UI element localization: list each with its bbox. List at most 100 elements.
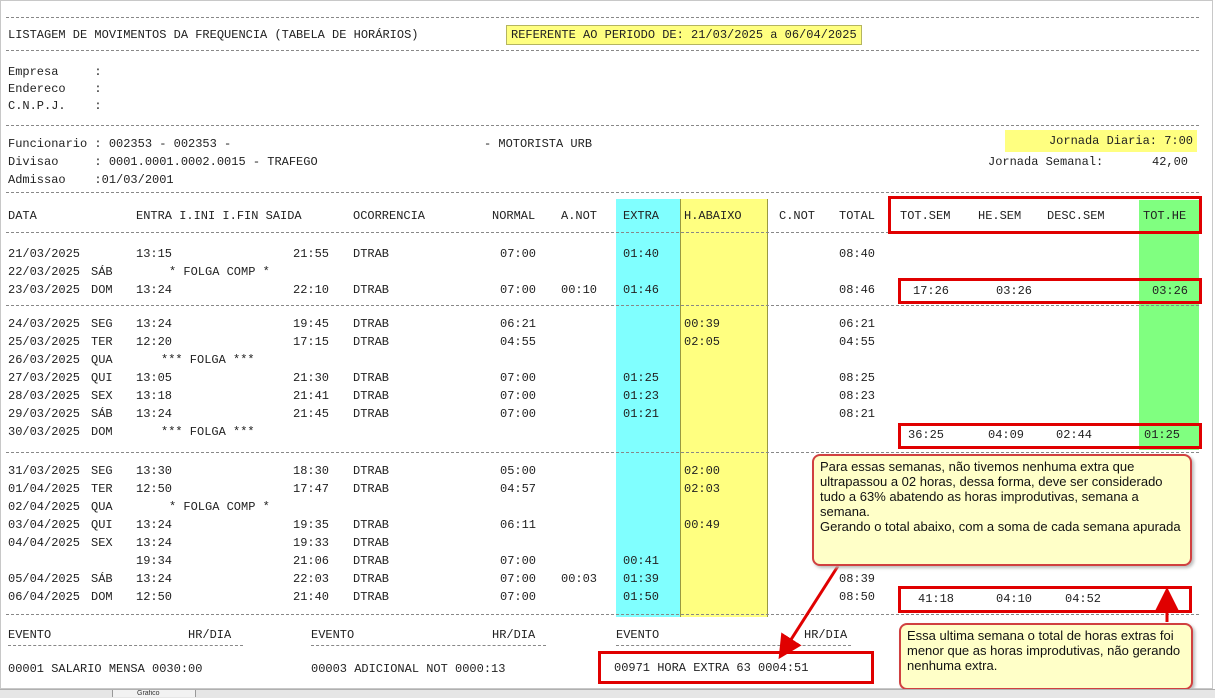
row-extra: 01:23 (623, 389, 660, 403)
row-date: 26/03/2025 (8, 353, 81, 367)
row-ocorrencia: DTRAB (353, 464, 390, 478)
row-ocorrencia: DTRAB (353, 518, 390, 532)
event-salario: 00001 SALARIO MENSA 0030:00 (8, 662, 203, 676)
row-normal: 07:00 (500, 283, 537, 297)
row-saida: 21:55 (293, 247, 330, 261)
tothe-column-highlight (1139, 200, 1199, 450)
row-anot: 00:03 (561, 572, 598, 586)
admissao-line: Admissao :01/03/2001 (8, 173, 174, 187)
row-date: 03/04/2025 (8, 518, 81, 532)
row-total: 08:21 (839, 407, 876, 421)
row-entra: 13:24 (136, 518, 173, 532)
row-ocorrencia: DTRAB (353, 572, 390, 586)
row-ocorrencia: DTRAB (353, 482, 390, 496)
row-date: 28/03/2025 (8, 389, 81, 403)
callout-weeks-63: Para essas semanas, não tivemos nenhuma … (812, 454, 1192, 566)
row-total: 08:50 (839, 590, 876, 604)
row-date: 21/03/2025 (8, 247, 81, 261)
weekly-totals-header-box (888, 196, 1202, 234)
row-extra: 01:21 (623, 407, 660, 421)
col-anot: A.NOT (561, 209, 598, 223)
row-date: 24/03/2025 (8, 317, 81, 331)
row-day: DOM (91, 283, 113, 297)
evento-header-3: EVENTO (616, 628, 660, 642)
row-date: 22/03/2025 (8, 265, 81, 279)
row-day: QUA (91, 353, 113, 367)
col-extra: EXTRA (623, 209, 660, 223)
row-ocorrencia: DTRAB (353, 247, 390, 261)
row-date: 02/04/2025 (8, 500, 81, 514)
row-total: 08:40 (839, 247, 876, 261)
evento-header-1: EVENTO (8, 628, 52, 642)
row-date: 05/04/2025 (8, 572, 81, 586)
row-saida: 22:03 (293, 572, 330, 586)
divider (6, 50, 1199, 51)
row-total: 08:25 (839, 371, 876, 385)
row-date: 23/03/2025 (8, 283, 81, 297)
row-saida: 21:41 (293, 389, 330, 403)
row-normal: 07:00 (500, 554, 537, 568)
row-saida: 22:10 (293, 283, 330, 297)
row-ocorrencia: DTRAB (353, 536, 390, 550)
row-entra: 13:24 (136, 317, 173, 331)
divider (6, 614, 1199, 615)
row-entra: 12:50 (136, 482, 173, 496)
row-saida: 17:47 (293, 482, 330, 496)
row-total: 08:46 (839, 283, 876, 297)
col-data: DATA (8, 209, 37, 223)
row-day: QUI (91, 371, 113, 385)
event-adicional-not: 00003 ADICIONAL NOT 0000:13 (311, 662, 506, 676)
row-entra: 12:20 (136, 335, 173, 349)
row-normal: 07:00 (500, 590, 537, 604)
cargo: - MOTORISTA URB (484, 137, 593, 151)
row-normal: 07:00 (500, 407, 537, 421)
row-saida: 19:35 (293, 518, 330, 532)
row-extra: 00:41 (623, 554, 660, 568)
evento-header-2: EVENTO (311, 628, 355, 642)
row-day: TER (91, 335, 113, 349)
row-entra: 13:24 (136, 283, 173, 297)
row-day: DOM (91, 590, 113, 604)
row-saida: 21:45 (293, 407, 330, 421)
row-total: 08:39 (839, 572, 876, 586)
hrdia-header-2: HR/DIA (492, 628, 536, 642)
row-extra: 01:25 (623, 371, 660, 385)
row-day: QUI (91, 518, 113, 532)
divisao-line: Divisao : 0001.0001.0002.0015 - TRAFEGO (8, 155, 318, 169)
row-day: SÁB (91, 265, 113, 279)
row-saida: 21:40 (293, 590, 330, 604)
row-habaixo: 00:39 (684, 317, 721, 331)
row-ocorrencia: *** FOLGA *** (161, 425, 255, 439)
row-habaixo: 02:03 (684, 482, 721, 496)
row-saida: 19:33 (293, 536, 330, 550)
row-date: 01/04/2025 (8, 482, 81, 496)
row-ocorrencia: DTRAB (353, 335, 390, 349)
row-normal: 06:21 (500, 317, 537, 331)
divider (6, 192, 1199, 193)
row-saida: 21:30 (293, 371, 330, 385)
row-day: SÁB (91, 572, 113, 586)
row-entra: 13:24 (136, 536, 173, 550)
row-normal: 04:55 (500, 335, 537, 349)
row-ocorrencia: DTRAB (353, 317, 390, 331)
row-date: 04/04/2025 (8, 536, 81, 550)
row-normal: 05:00 (500, 464, 537, 478)
week2-totals-box (898, 423, 1202, 449)
row-ocorrencia: DTRAB (353, 407, 390, 421)
row-ocorrencia: *** FOLGA *** (161, 353, 255, 367)
row-ocorrencia: DTRAB (353, 389, 390, 403)
row-entra: 13:24 (136, 572, 173, 586)
row-extra: 01:40 (623, 247, 660, 261)
row-total: 08:23 (839, 389, 876, 403)
divider (6, 17, 1199, 18)
row-date: 31/03/2025 (8, 464, 81, 478)
row-extra: 01:50 (623, 590, 660, 604)
hrdia-header-1: HR/DIA (188, 628, 232, 642)
row-date: 06/04/2025 (8, 590, 81, 604)
row-habaixo: 02:00 (684, 464, 721, 478)
jornada-diaria: Jornada Diaria: 7:00 (1005, 130, 1197, 152)
period-label: REFERENTE AO PERIODO DE: 21/03/2025 a 06… (506, 25, 862, 45)
divider (6, 125, 1199, 126)
row-normal: 07:00 (500, 389, 537, 403)
tab-grafico[interactable]: Grafico (112, 690, 196, 697)
